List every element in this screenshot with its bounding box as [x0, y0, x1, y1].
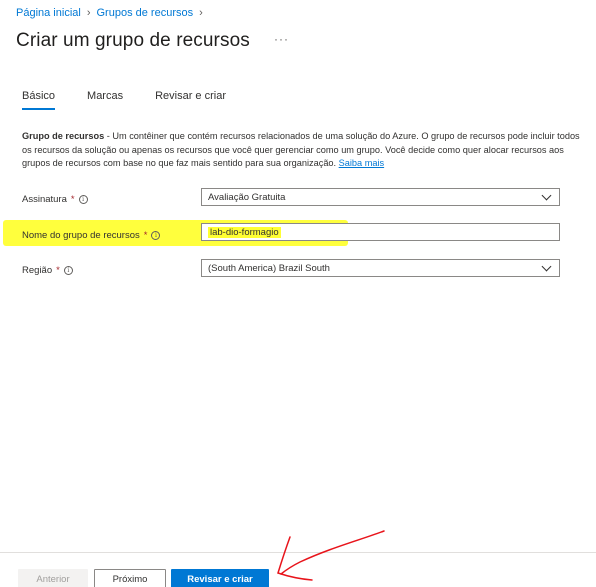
breadcrumb-home-link[interactable]: Página inicial [16, 7, 81, 19]
rg-name-label-text: Nome do grupo de recursos [22, 229, 140, 241]
info-icon[interactable]: i [63, 265, 73, 275]
chevron-right-icon: › [86, 7, 91, 19]
description-text: Grupo de recursos - Um contêiner que con… [22, 130, 582, 171]
chevron-down-icon [541, 261, 552, 271]
description-bold: Grupo de recursos [22, 131, 105, 141]
region-label-text: Região [22, 264, 53, 276]
subscription-dropdown[interactable]: Avaliação Gratuita [201, 188, 560, 206]
region-label: Região * i [22, 265, 222, 276]
required-marker: * [70, 193, 75, 205]
breadcrumb-resource-groups-link[interactable]: Grupos de recursos [97, 7, 194, 19]
chevron-right-icon: › [199, 7, 203, 19]
region-dropdown[interactable]: (South America) Brazil South [201, 259, 560, 277]
review-create-button[interactable]: Revisar e criar [171, 569, 269, 587]
tab-review-create[interactable]: Revisar e criar [155, 90, 226, 110]
footer-divider [0, 552, 596, 553]
page-title: Criar um grupo de recursos [16, 30, 250, 51]
description-body: - Um contêiner que contém recursos relac… [22, 131, 580, 168]
required-marker: * [143, 229, 148, 241]
required-marker: * [56, 264, 60, 276]
chevron-down-icon [541, 190, 552, 200]
subscription-label: Assinatura * i [22, 194, 222, 205]
subscription-value: Avaliação Gratuita [208, 191, 286, 203]
more-options-icon[interactable]: ··· [274, 32, 289, 46]
rg-name-value: lab-dio-formagio [208, 226, 281, 238]
info-icon[interactable]: i [78, 194, 88, 204]
red-arrow-annotation [277, 530, 385, 581]
subscription-label-text: Assinatura [22, 193, 67, 205]
info-icon[interactable]: i [151, 230, 161, 240]
tab-tags[interactable]: Marcas [87, 90, 123, 110]
rg-name-input[interactable]: lab-dio-formagio [201, 223, 560, 241]
tab-basics[interactable]: Básico [22, 90, 56, 110]
breadcrumb: Página inicial › Grupos de recursos › [16, 7, 203, 19]
learn-more-link[interactable]: Saiba mais [339, 158, 384, 168]
previous-button[interactable]: Anterior [18, 569, 88, 587]
next-button[interactable]: Próximo [94, 569, 166, 587]
region-value: (South America) Brazil South [208, 262, 330, 274]
rg-name-label: Nome do grupo de recursos * i [22, 230, 222, 241]
tab-bar: Básico Marcas Revisar e criar [22, 90, 258, 110]
